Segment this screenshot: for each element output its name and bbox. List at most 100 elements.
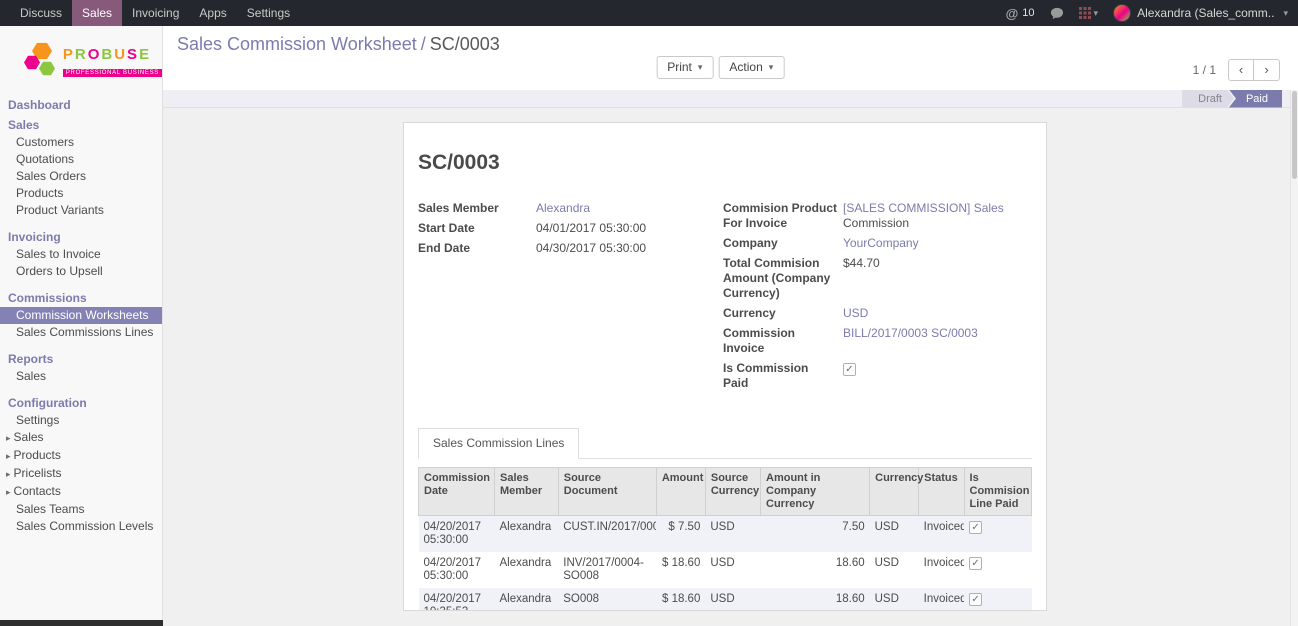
sidebar-item-config-pricelists[interactable]: ▸Pricelists	[0, 465, 162, 483]
cell-amount-company: 18.60	[761, 588, 870, 611]
menu-discuss[interactable]: Discuss	[10, 0, 72, 26]
pager-next-button[interactable]: ›	[1254, 59, 1280, 81]
col-header-sales-member[interactable]: Sales Member	[495, 468, 559, 516]
col-header-source-currency[interactable]: Source Currency	[705, 468, 760, 516]
sidebar-item-quotations[interactable]: Quotations	[0, 151, 162, 168]
control-panel-buttons: Print ▾ Action ▾	[656, 56, 784, 79]
col-header-status[interactable]: Status	[919, 468, 964, 516]
col-header-commission-date[interactable]: Commission Date	[419, 468, 495, 516]
sidebar-item-orders-to-upsell[interactable]: Orders to Upsell	[0, 263, 162, 280]
hexagon-icon	[39, 61, 55, 76]
sidebar-item-config-products[interactable]: ▸Products	[0, 447, 162, 465]
pager-previous-button[interactable]: ‹	[1228, 59, 1254, 81]
chevron-right-icon: ▸	[6, 451, 11, 461]
sidebar-item-label: Pricelists	[14, 466, 62, 480]
chevron-right-icon: ›	[1264, 62, 1268, 77]
field-value-company[interactable]: YourCompany	[843, 236, 919, 250]
breadcrumb-parent[interactable]: Sales Commission Worksheet	[177, 34, 417, 54]
sidebar-item-config-sales[interactable]: ▸Sales	[0, 429, 162, 447]
is-commission-paid-checkbox[interactable]: ✓	[843, 363, 856, 376]
sidebar-item-reports-sales[interactable]: Sales	[0, 368, 162, 385]
menu-invoicing[interactable]: Invoicing	[122, 0, 189, 26]
vertical-scrollbar-thumb[interactable]	[1292, 91, 1297, 179]
table-row[interactable]: 04/20/2017 05:30:00 Alexandra CUST.IN/20…	[419, 516, 1032, 553]
field-label-start-date: Start Date	[418, 221, 536, 236]
field-value-commission-invoice[interactable]: BILL/2017/0003 SC/0003	[843, 326, 978, 340]
sidebar-item-sales-commission-levels[interactable]: Sales Commission Levels	[0, 518, 162, 535]
action-button[interactable]: Action ▾	[718, 56, 784, 79]
print-button[interactable]: Print ▾	[656, 56, 713, 79]
chevron-right-icon: ▸	[6, 487, 11, 497]
sidebar-item-config-contacts[interactable]: ▸Contacts	[0, 483, 162, 501]
tab-sales-commission-lines[interactable]: Sales Commission Lines	[418, 428, 579, 459]
menu-sales[interactable]: Sales	[72, 0, 122, 26]
user-menu[interactable]: Alexandra (Sales_comm.. ▾	[1113, 4, 1288, 22]
vertical-scrollbar[interactable]	[1290, 90, 1298, 626]
chat-bubble-icon[interactable]	[1050, 7, 1064, 20]
sidebar-item-settings[interactable]: Settings	[0, 412, 162, 429]
caret-down-icon: ▾	[1283, 8, 1288, 19]
cell-currency: USD	[870, 552, 919, 588]
cell-source-currency: USD	[705, 552, 760, 588]
sidebar-item-sales-teams[interactable]: Sales Teams	[0, 501, 162, 518]
status-step-paid[interactable]: Paid	[1229, 90, 1282, 108]
sidebar-item-sales-commissions-lines[interactable]: Sales Commissions Lines	[0, 324, 162, 341]
caret-down-icon: ▾	[1094, 8, 1099, 19]
sidebar-section-configuration[interactable]: Configuration	[0, 394, 162, 412]
sidebar: PROBUSE PROFESSIONAL BUSINESS Dashboard …	[0, 26, 163, 626]
col-header-amount[interactable]: Amount	[656, 468, 705, 516]
field-value-sales-member[interactable]: Alexandra	[536, 201, 590, 215]
apps-grid-icon[interactable]: ▾	[1079, 7, 1099, 19]
field-label-company: Company	[723, 236, 843, 251]
sidebar-item-sales-to-invoice[interactable]: Sales to Invoice	[0, 246, 162, 263]
content-area: SC/0003 Sales Member Alexandra Start Dat…	[163, 108, 1298, 626]
check-icon: ✓	[970, 558, 981, 569]
action-button-label: Action	[729, 60, 762, 74]
line-paid-checkbox[interactable]: ✓	[969, 593, 982, 606]
chevron-right-icon: ▸	[6, 433, 11, 443]
sidebar-section-reports[interactable]: Reports	[0, 350, 162, 368]
sidebar-item-label: Contacts	[14, 484, 61, 498]
menu-settings[interactable]: Settings	[237, 0, 300, 26]
cell-document: SO008	[558, 588, 656, 611]
col-header-source-document[interactable]: Source Document	[558, 468, 656, 516]
sidebar-item-customers[interactable]: Customers	[0, 134, 162, 151]
breadcrumb-current: SC/0003	[430, 34, 500, 54]
col-header-is-commission-line-paid[interactable]: Is Commision Line Paid	[964, 468, 1031, 516]
print-button-label: Print	[667, 60, 692, 74]
cell-paid: ✓	[964, 588, 1031, 611]
field-value-end-date: 04/30/2017 05:30:00	[536, 241, 723, 256]
probuse-logo[interactable]: PROBUSE PROFESSIONAL BUSINESS	[0, 26, 162, 94]
field-value-commission-product[interactable]: [SALES COMMISSION] Sales	[843, 201, 1004, 215]
tab-bar: Sales Commission Lines	[418, 428, 1032, 459]
sidebar-item-product-variants[interactable]: Product Variants	[0, 202, 162, 219]
cell-member: Alexandra	[495, 552, 559, 588]
sidebar-item-sales-orders[interactable]: Sales Orders	[0, 168, 162, 185]
pager-value: 1 / 1	[1193, 63, 1216, 77]
chevron-left-icon: ‹	[1239, 62, 1243, 77]
sidebar-item-commission-worksheets[interactable]: Commission Worksheets	[0, 307, 162, 324]
table-row[interactable]: 04/20/2017 05:30:00 Alexandra INV/2017/0…	[419, 552, 1032, 588]
check-icon: ✓	[844, 364, 855, 375]
line-paid-checkbox[interactable]: ✓	[969, 557, 982, 570]
cell-member: Alexandra	[495, 588, 559, 611]
status-step-draft[interactable]: Draft	[1182, 90, 1234, 108]
sidebar-section-sales[interactable]: Sales	[0, 116, 162, 134]
sidebar-item-products[interactable]: Products	[0, 185, 162, 202]
col-header-amount-company-currency[interactable]: Amount in Company Currency	[761, 468, 870, 516]
sidebar-section-invoicing[interactable]: Invoicing	[0, 228, 162, 246]
systray: @ 10 ▾ Alexandra (Sales_comm.. ▾	[1006, 0, 1298, 26]
menu-apps[interactable]: Apps	[189, 0, 236, 26]
cell-currency: USD	[870, 588, 919, 611]
field-group-left: Sales Member Alexandra Start Date 04/01/…	[418, 201, 723, 396]
field-value-currency[interactable]: USD	[843, 306, 868, 320]
sidebar-horizontal-scrollbar[interactable]	[0, 620, 163, 626]
sidebar-section-dashboard[interactable]: Dashboard	[0, 96, 162, 114]
table-row[interactable]: 04/20/2017 10:35:53 Alexandra SO008 $ 18…	[419, 588, 1032, 611]
top-navbar: Discuss Sales Invoicing Apps Settings @ …	[0, 0, 1298, 26]
col-header-currency[interactable]: Currency	[870, 468, 919, 516]
sidebar-section-commissions[interactable]: Commissions	[0, 289, 162, 307]
field-label-currency: Currency	[723, 306, 843, 321]
line-paid-checkbox[interactable]: ✓	[969, 521, 982, 534]
conversations-button[interactable]: @ 10	[1006, 6, 1035, 21]
